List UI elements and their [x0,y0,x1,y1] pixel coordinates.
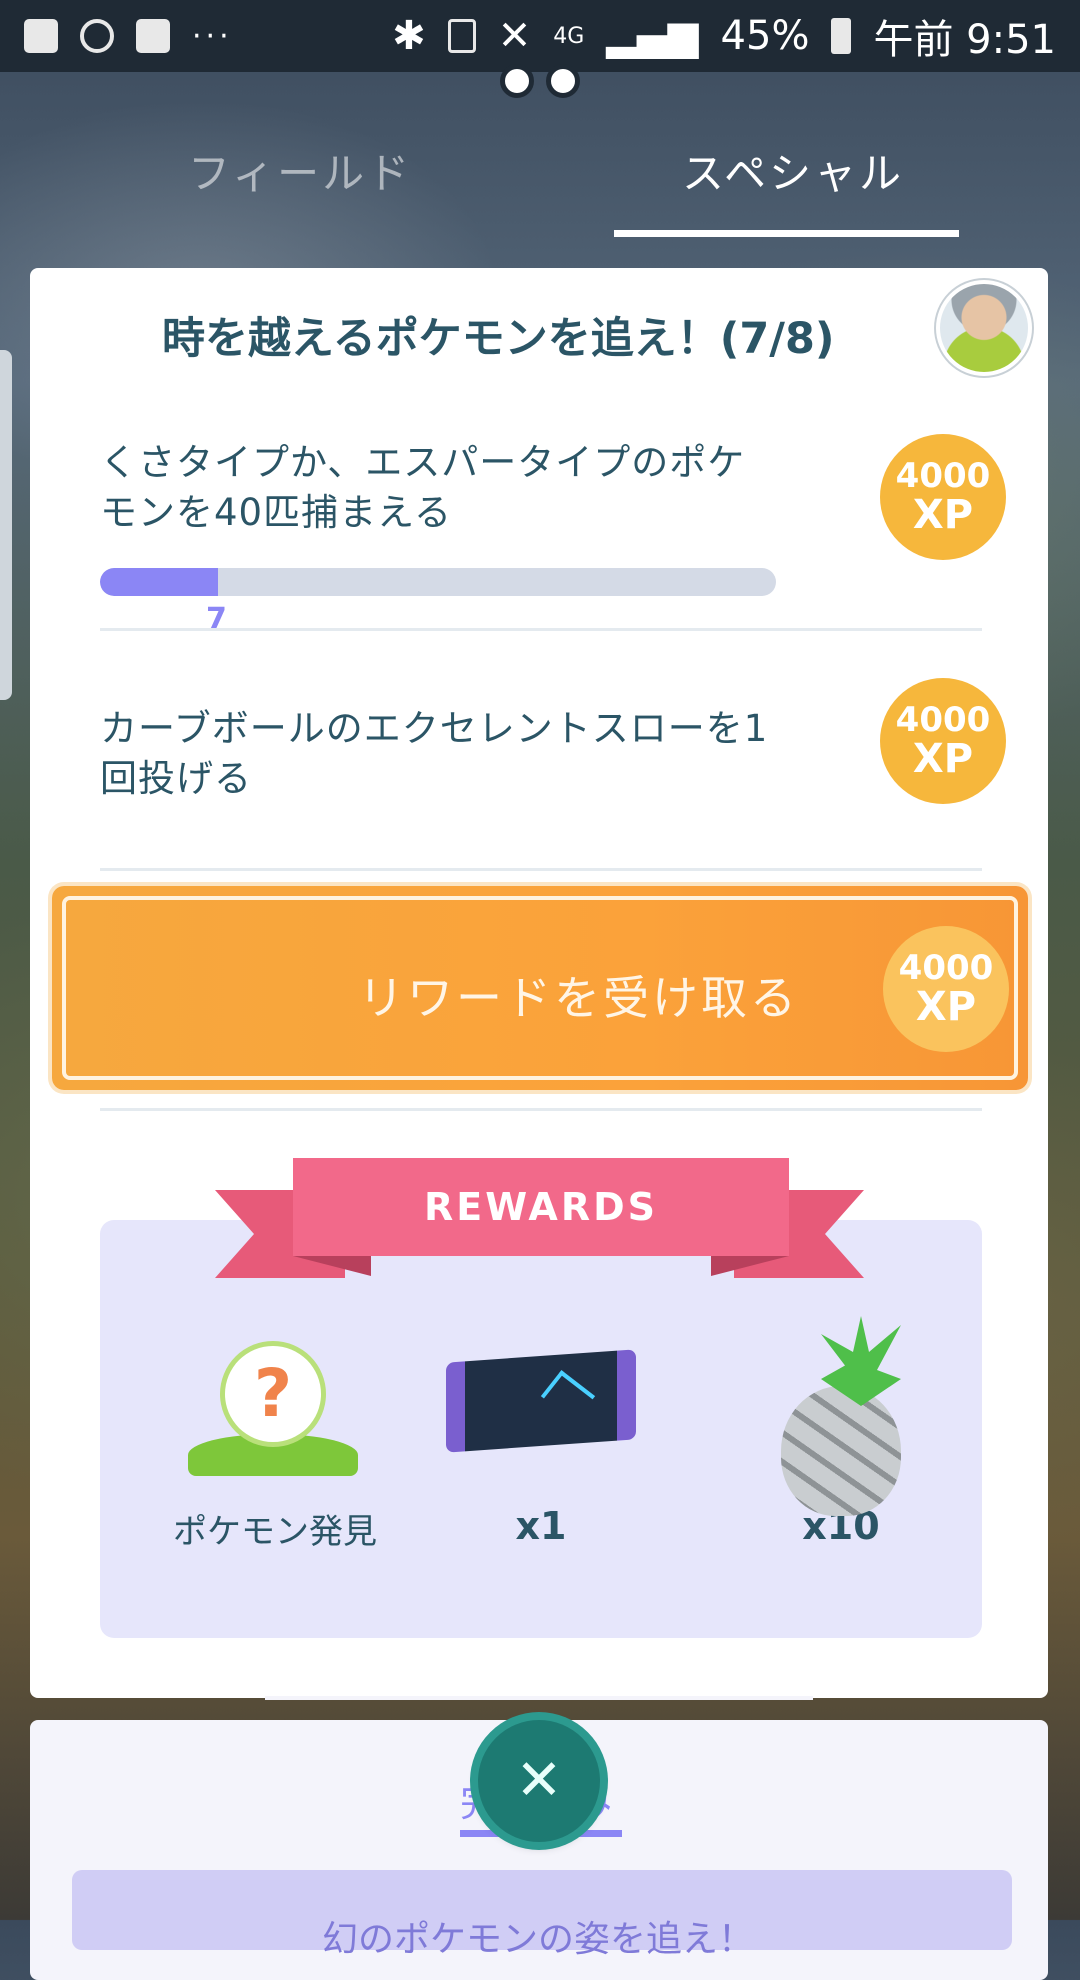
xp-reward-badge: 4000 XP [880,434,1006,560]
pokemon-encounter-icon: ? [160,1316,390,1496]
mail-icon [24,19,58,53]
status-left: ··· [24,19,233,54]
divider [100,628,982,631]
completed-quest-item[interactable]: 幻のポケモンの姿を追え！ [72,1870,1012,1960]
professor-avatar [936,280,1032,376]
question-mark-icon: ? [225,1346,321,1442]
task-text: くさタイプか、エスパータイプのポケモンを40匹捕まえる [100,441,746,534]
progress-count: 7 [206,602,227,637]
completed-quest-title: 幻のポケモンの姿を追え！ [322,1919,755,1960]
binoculars-icon [500,50,580,106]
ribbon-fold-left [293,1256,371,1276]
signal-icon: ▂▄▆ [606,13,699,59]
flipboard-icon [136,19,170,53]
more-notifications: ··· [192,18,233,54]
xp-unit: XP [912,492,974,538]
close-icon: ✕ [515,1748,563,1813]
battery-icon [831,18,852,54]
side-drawer-handle[interactable] [0,350,12,700]
scroll-shape [446,1349,636,1453]
nfc-icon [447,19,476,53]
ribbon-fold-right [711,1256,789,1276]
task-item: くさタイプか、エスパータイプのポケモンを40匹捕まえる 4000 XP 7 [100,434,1006,637]
reward-label: x1 [515,1504,567,1548]
claim-reward-label: リワードを受け取る [358,971,799,1025]
claim-reward-button[interactable]: リワードを受け取る 4000 XP [52,886,1028,1090]
quest-tabs: フィールド スペシャル [0,120,1080,240]
tab-field[interactable]: フィールド [188,140,412,201]
card-stack-edge [265,1696,813,1700]
weather-icon [80,19,114,53]
divider [100,868,982,871]
xp-unit: XP [915,984,977,1030]
clock: 午前 9:51 [873,17,1056,63]
xp-amount: 4000 [898,948,994,988]
xp-reward-badge: 4000 XP [880,678,1006,804]
progress-fill [100,568,219,596]
task-text: カーブボールのエクセレントスローを1回投げる [100,707,769,800]
reward-label: ポケモン発見 [173,1512,377,1552]
close-button[interactable]: ✕ [478,1720,600,1842]
silver-pinap-berry-icon [726,1316,956,1516]
berry-body [781,1386,901,1516]
xp-reward-badge: 4000 XP [883,926,1009,1052]
reward-item: x10 [726,1316,956,1548]
network-type: 4G [553,23,585,49]
scroll-icon [426,1316,656,1496]
reward-item: x1 [426,1316,656,1548]
xp-amount: 4000 [895,700,991,740]
xp-amount: 4000 [895,456,991,496]
reward-item: ? ポケモン発見 [160,1316,390,1553]
status-right: ✱ ✕ 4G ▂▄▆ 45% 午前 9:51 [392,7,1056,65]
progress-bar [100,568,776,596]
quest-title: 時を越えるポケモンを追え！(7/8) [162,314,835,364]
task-item: カーブボールのエクセレントスローを1回投げる 4000 XP [100,678,1006,804]
divider [100,1108,982,1111]
battery-percent: 45% [720,13,810,59]
tab-special[interactable]: スペシャル [682,140,904,201]
special-research-card: 時を越えるポケモンを追え！(7/8) くさタイプか、エスパータイプのポケモンを4… [30,268,1048,1698]
xp-unit: XP [912,736,974,782]
active-tab-indicator [614,230,959,237]
bluetooth-icon: ✱ [392,13,426,59]
rewards-heading: REWARDS [293,1158,789,1256]
